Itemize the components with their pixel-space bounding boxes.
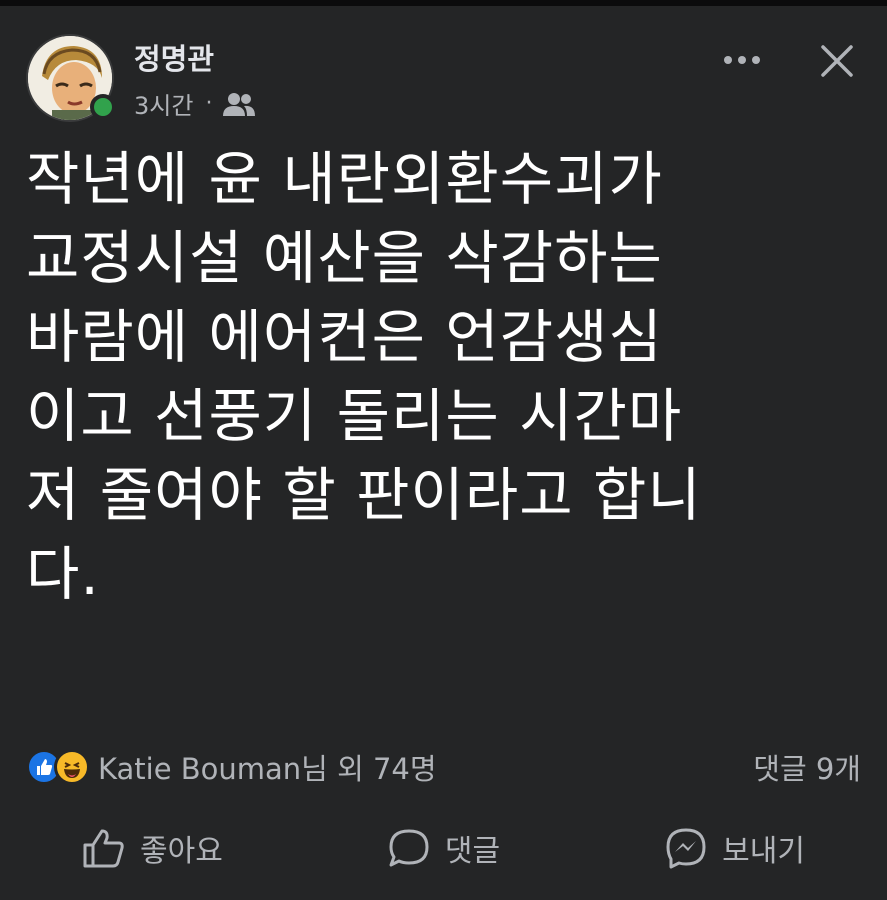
post-header: 정명관 3시간 · — [0, 6, 887, 126]
online-status-dot — [90, 94, 116, 120]
comment-button[interactable]: 댓글 — [387, 826, 500, 870]
post-meta: 3시간 · — [134, 86, 256, 121]
post-actions: 좋아요 댓글 보내기 — [0, 810, 887, 885]
send-button[interactable]: 보내기 — [664, 826, 805, 870]
author-name[interactable]: 정명관 — [134, 36, 214, 78]
comment-label: 댓글 — [444, 833, 501, 869]
like-label: 좋아요 — [140, 833, 223, 869]
thumbs-up-icon — [83, 829, 124, 867]
reaction-icons[interactable] — [26, 749, 90, 785]
comment-count[interactable]: 댓글 9개 — [753, 746, 861, 788]
reactions-summary[interactable]: Katie Bouman님 외 74명 — [98, 746, 437, 788]
more-dots-icon — [724, 56, 760, 64]
post-time[interactable]: 3시간 — [134, 86, 193, 121]
close-button[interactable] — [812, 36, 862, 86]
more-options-button[interactable] — [718, 42, 766, 78]
avatar[interactable] — [26, 34, 118, 126]
close-icon — [821, 45, 853, 77]
like-button[interactable]: 좋아요 — [82, 826, 223, 870]
send-label: 보내기 — [722, 833, 805, 869]
post-body-text: 작년에 윤 내란외환수괴가 교정시설 예산을 삭감하는 바람에 에어컨은 언감생… — [26, 145, 702, 608]
reactions-row: Katie Bouman님 외 74명 댓글 9개 — [26, 742, 861, 792]
messenger-icon — [666, 828, 706, 868]
friends-icon — [222, 91, 256, 117]
haha-reaction-icon — [54, 749, 90, 785]
meta-separator: · — [205, 91, 213, 116]
comment-bubble-icon — [389, 829, 429, 866]
